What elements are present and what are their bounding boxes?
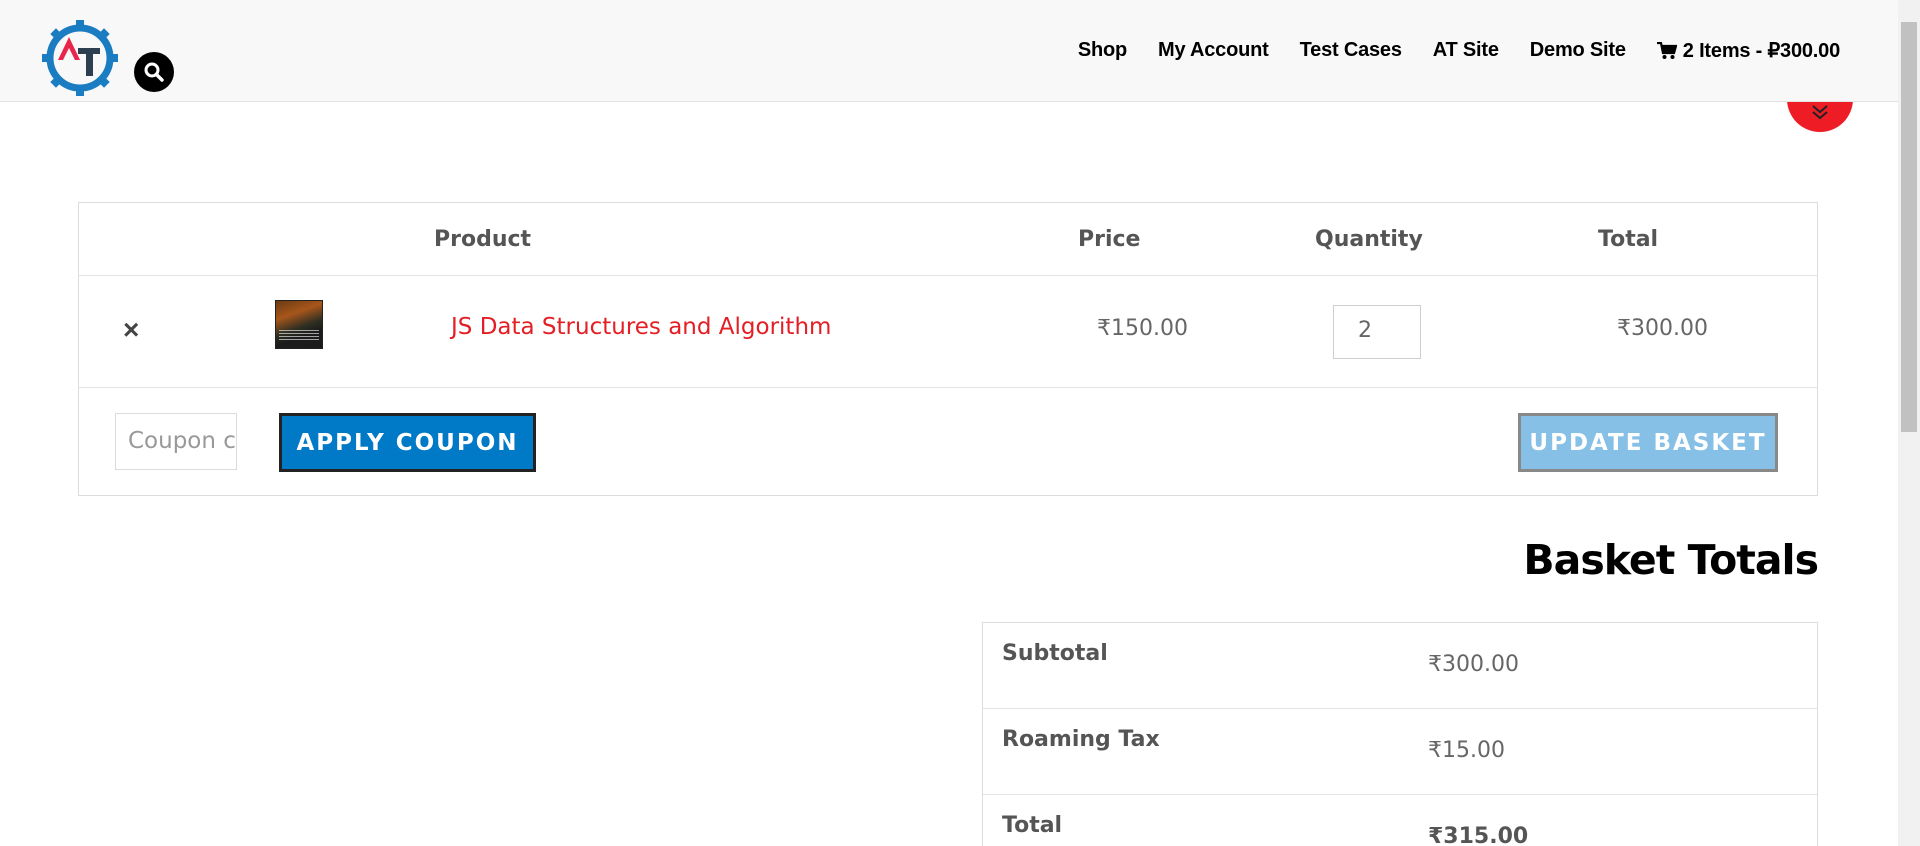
header-price: Price [1078,227,1141,252]
basket-totals-table: Subtotal ₹300.00 Roaming Tax ₹15.00 Tota… [982,622,1818,846]
nav-at-site[interactable]: AT Site [1433,39,1499,62]
item-total: ₹300.00 [1617,316,1708,341]
roaming-tax-label: Roaming Tax [1002,727,1160,752]
cart-icon [1656,41,1677,59]
product-name-link[interactable]: JS Data Structures and Algorithm [451,314,831,340]
page-scrollbar[interactable] [1898,0,1920,846]
cart-item-row: × JS Data Structures and Algorithm ₹150.… [79,276,1817,388]
double-chevron-down-icon [1812,105,1828,120]
subtotal-row: Subtotal ₹300.00 [983,623,1817,709]
header-quantity: Quantity [1315,227,1423,252]
remove-item-button[interactable]: × [123,314,139,346]
site-header: Shop My Account Test Cases AT Site Demo … [0,0,1898,102]
subtotal-label: Subtotal [1002,641,1108,666]
basket-totals-title: Basket Totals [1523,536,1819,584]
coupon-code-input[interactable]: Coupon code [115,413,237,470]
total-row: Total ₹315.00 [983,795,1817,846]
nav-shop[interactable]: Shop [1078,39,1127,62]
item-price: ₹150.00 [1097,316,1188,341]
total-label: Total [1002,813,1063,838]
header-product: Product [434,227,532,252]
scrollbar-thumb[interactable] [1901,22,1917,432]
nav-demo-site[interactable]: Demo Site [1530,39,1626,62]
quantity-input[interactable]: 2 [1333,305,1421,359]
cart-summary: 2 Items - ₽300.00 [1682,40,1840,62]
apply-coupon-button[interactable]: APPLY COUPON [279,413,536,472]
search-icon [144,62,164,82]
cart-actions-row: Coupon code APPLY COUPON UPDATE BASKET [79,388,1817,496]
roaming-tax-value: ₹15.00 [1428,738,1505,763]
cart-table: Product Price Quantity Total × JS Data S… [78,202,1818,496]
gear-logo-icon [42,20,118,96]
cart-table-header: Product Price Quantity Total [79,203,1817,276]
total-value: ₹315.00 [1428,824,1529,846]
main-nav: Shop My Account Test Cases AT Site Demo … [1047,38,1840,63]
nav-cart[interactable]: 2 Items - ₽300.00 [1656,38,1840,63]
subtotal-value: ₹300.00 [1428,652,1519,677]
roaming-tax-row: Roaming Tax ₹15.00 [983,709,1817,795]
header-total: Total [1598,227,1659,252]
nav-my-account[interactable]: My Account [1158,39,1269,62]
product-thumbnail[interactable] [275,300,323,349]
update-basket-button[interactable]: UPDATE BASKET [1518,413,1778,472]
nav-test-cases[interactable]: Test Cases [1300,39,1402,62]
search-button[interactable] [134,52,174,92]
site-logo[interactable] [42,20,118,96]
